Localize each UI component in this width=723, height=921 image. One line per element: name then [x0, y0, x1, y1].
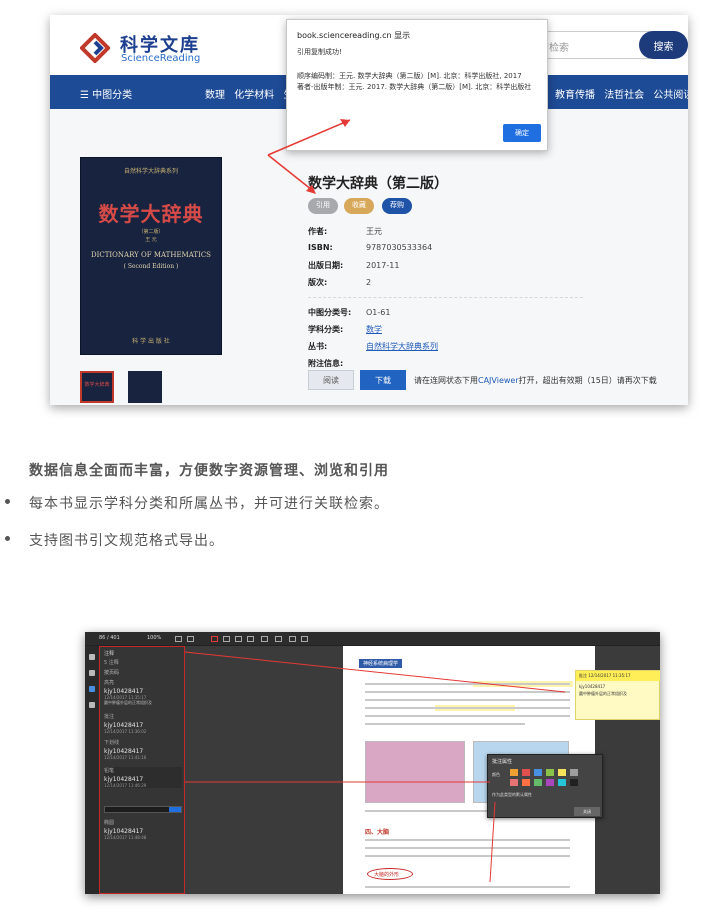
callout-arrows — [267, 119, 351, 194]
callout-line-to-cite — [267, 154, 313, 191]
reader-callout-lines — [184, 651, 566, 883]
feature-bullet-text: 支持图书引文规范格式导出。 — [29, 533, 224, 549]
feature-bullet: 支持图书引文规范格式导出。 — [5, 530, 224, 550]
callout-line-to-note — [184, 651, 566, 693]
bullet-dot-icon — [5, 499, 10, 504]
feature-heading: 数据信息全面而丰富，方便数字资源管理、浏览和引用 — [29, 463, 389, 479]
feature-bullet-text: 每本书显示学科分类和所属丛书，并可进行关联检索。 — [29, 496, 389, 512]
callout-line-to-dialog — [267, 119, 351, 156]
callout-line-to-circle — [489, 801, 496, 883]
feature-bullet: 每本书显示学科分类和所属丛书，并可进行关联检索。 — [5, 493, 389, 513]
bullet-dot-icon — [5, 536, 10, 541]
reader-screenshot: 86 / 401 100% 注释 5 注释 按页码 高亮 kjy10428417… — [85, 632, 660, 894]
book-detail-screenshot: 科学文库 ScienceReading 请检索 搜索 ☰ 中图分类 数理 化学材… — [50, 15, 688, 405]
